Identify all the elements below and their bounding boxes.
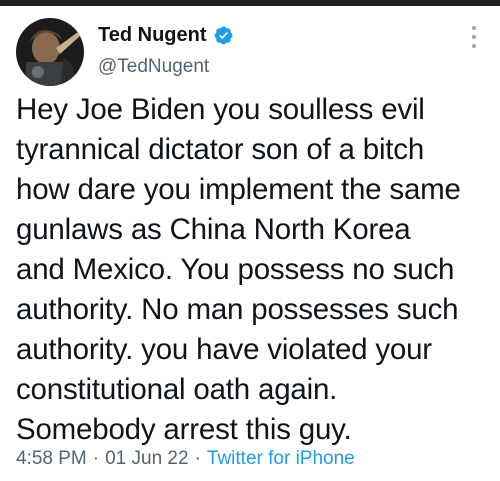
tweet-time[interactable]: 4:58 PM bbox=[16, 446, 87, 472]
author-handle[interactable]: @TedNugent bbox=[98, 55, 209, 79]
meta-separator: · bbox=[194, 448, 201, 469]
tweet-text: Hey Joe Biden you soulless evil tyrannic… bbox=[16, 93, 461, 446]
tweet-source-link[interactable]: Twitter for iPhone bbox=[207, 446, 355, 472]
author-display-name[interactable]: Ted Nugent bbox=[98, 23, 207, 47]
avatar[interactable] bbox=[16, 18, 84, 86]
top-edge-bar bbox=[0, 0, 500, 6]
author-name-row: Ted Nugent bbox=[98, 23, 234, 47]
more-options-icon[interactable] bbox=[464, 26, 484, 48]
tweet-meta: 4:58 PM · 01 Jun 22 · Twitter for iPhone bbox=[16, 446, 355, 472]
avatar-image bbox=[16, 18, 84, 86]
meta-separator: · bbox=[92, 448, 100, 469]
tweet-date[interactable]: 01 Jun 22 bbox=[105, 446, 188, 472]
verified-badge-icon bbox=[214, 26, 232, 44]
